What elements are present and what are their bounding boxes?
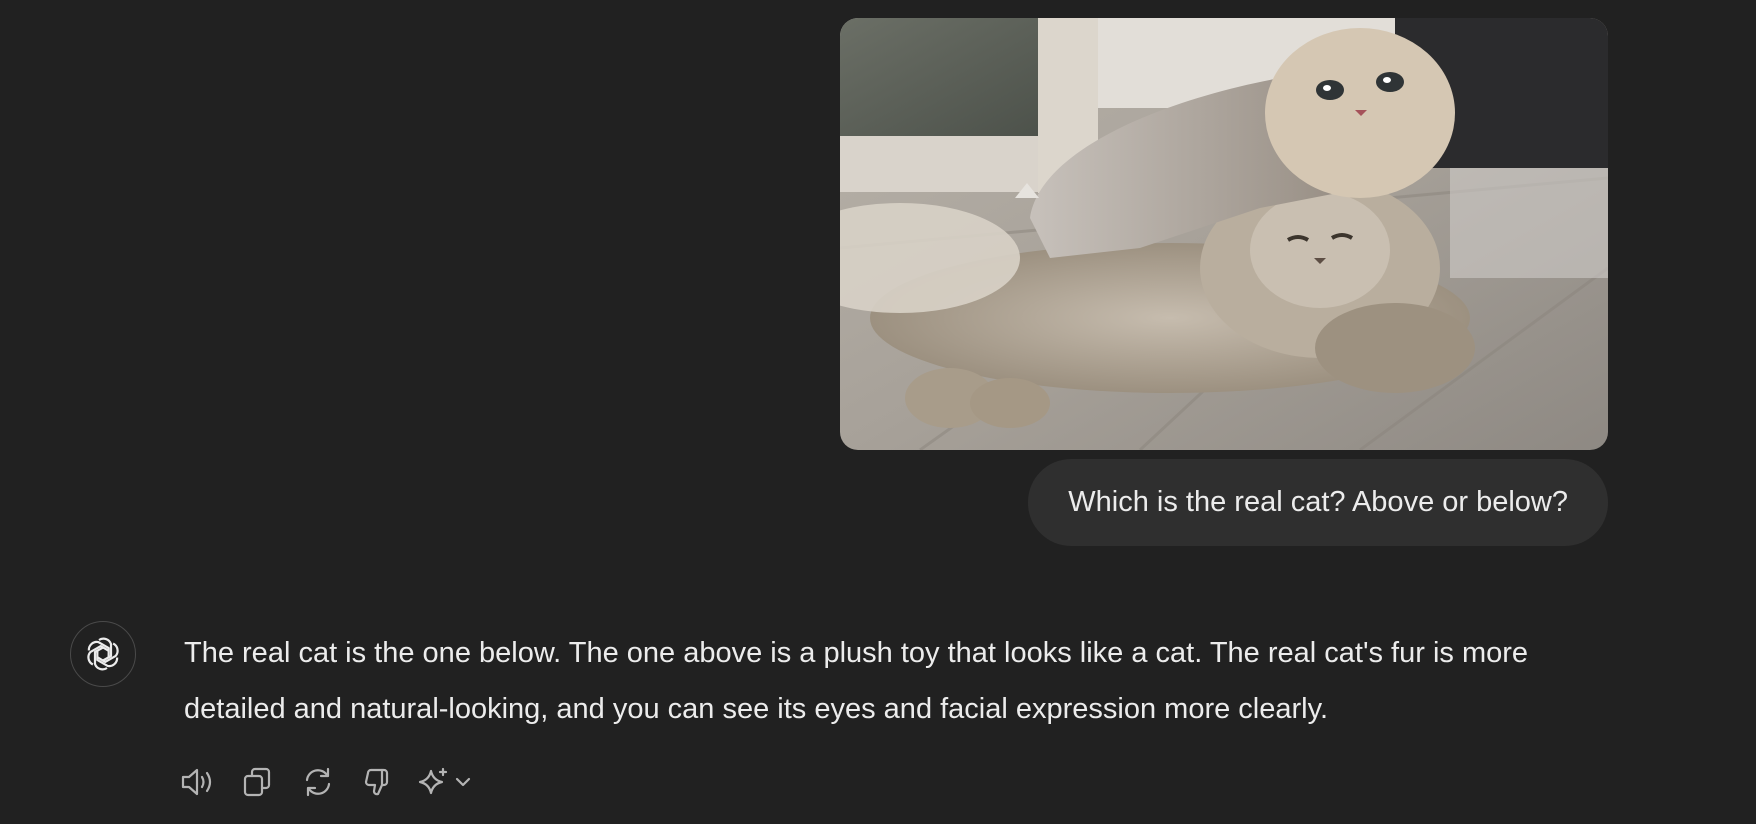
- chevron-down-icon: [455, 777, 471, 787]
- thumbs-down-icon: [364, 768, 389, 796]
- user-message-bubble: Which is the real cat? Above or below?: [1028, 459, 1608, 546]
- bad-response-button[interactable]: [358, 762, 398, 802]
- assistant-avatar: [70, 621, 136, 687]
- chat-page: Which is the real cat? Above or below? T…: [0, 0, 1756, 824]
- openai-logo-icon: [87, 637, 119, 671]
- regenerate-icon: [305, 767, 331, 797]
- message-actions: [178, 762, 504, 802]
- user-uploaded-photo[interactable]: [840, 18, 1608, 450]
- sparkle-icon: [418, 767, 448, 795]
- assistant-message-text: The real cat is the one below. The one a…: [184, 637, 1529, 725]
- read-aloud-button[interactable]: [178, 762, 218, 802]
- regenerate-button[interactable]: [298, 762, 338, 802]
- cat-photo: [840, 18, 1608, 450]
- change-model-button[interactable]: [418, 762, 484, 802]
- copy-icon: [243, 767, 271, 797]
- user-message-text: Which is the real cat? Above or below?: [1068, 486, 1568, 518]
- copy-button[interactable]: [238, 762, 278, 802]
- speaker-icon: [181, 768, 212, 796]
